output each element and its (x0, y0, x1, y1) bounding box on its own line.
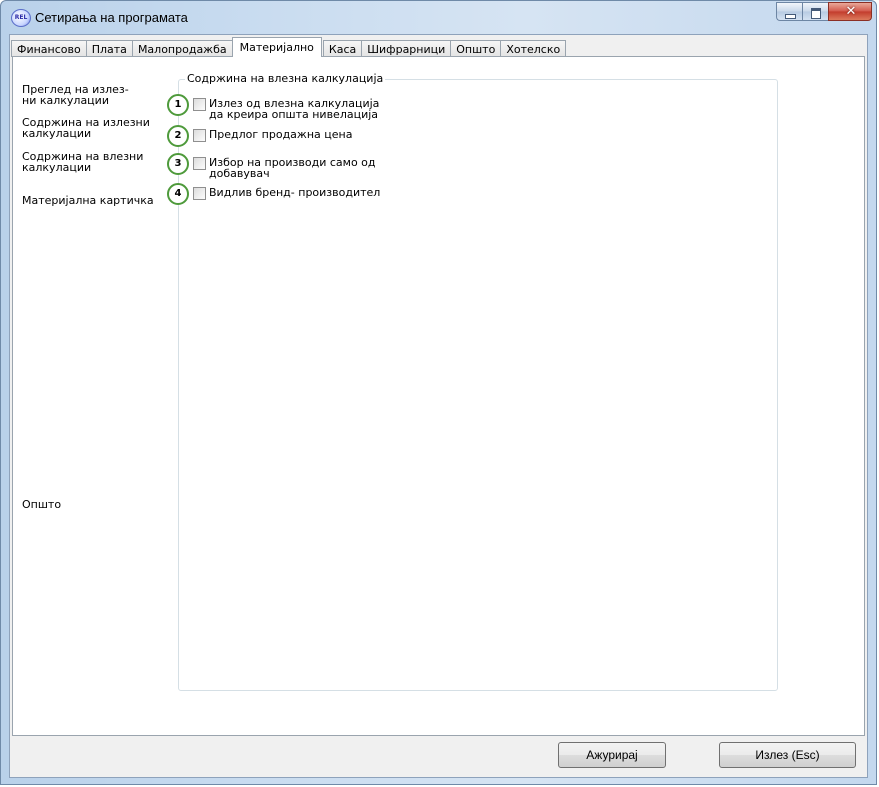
sidebar-item-materijalna-karticka[interactable]: Материјална картичка (22, 195, 154, 206)
option-row-1: 1 Излез од влезна калкулација да креира … (167, 94, 379, 120)
tab-hotelsko[interactable]: Хотелско (500, 40, 567, 57)
close-icon: ✕ (845, 4, 857, 19)
settings-window: REL Сетирања на програмата ✕ Финансово П… (0, 0, 877, 785)
option-row-3: 3 Избор на производи само од добавувач (167, 153, 376, 179)
sidebar-item-label: калкулации (22, 161, 92, 174)
option-3-checkbox[interactable] (193, 157, 206, 170)
option-label-line: Видлив бренд- производител (209, 186, 381, 199)
option-label-line: добавувач (209, 167, 270, 180)
groupbox-title: Содржина на влезна калкулација (185, 72, 386, 85)
sidebar-item-sodrzina-vlezni[interactable]: Содржина на влезни калкулации (22, 151, 143, 173)
sidebar-item-sodrzina-izlezni[interactable]: Содржина на излезни калкулации (22, 117, 150, 139)
option-2-checkbox[interactable] (193, 129, 206, 142)
tab-page-materijalno: Преглед на излез- ни калкулации Содржина… (12, 56, 865, 736)
sidebar-item-opsto[interactable]: Општо (22, 499, 61, 510)
option-4-label[interactable]: Видлив бренд- производител (209, 187, 380, 198)
maximize-button[interactable] (802, 2, 828, 21)
option-row-4: 4 Видлив бренд- производител (167, 183, 380, 205)
caption-buttons: ✕ (776, 2, 872, 22)
tab-finansovo[interactable]: Финансово (11, 40, 87, 57)
tab-opsto[interactable]: Општо (450, 40, 502, 57)
input-calculation-groupbox: Содржина на влезна калкулација 1 Излез о… (167, 72, 778, 691)
option-2-label[interactable]: Предлог продажна цена (209, 129, 352, 140)
window-title: Сетирања на програмата (35, 10, 188, 25)
client-area: Финансово Плата Малопродажба Материјално… (9, 34, 868, 778)
exit-button[interactable]: Излез (Esc) (719, 742, 856, 768)
tab-sifrarnici[interactable]: Шифрарници (361, 40, 452, 57)
sidebar-item-label: ни калкулации (22, 94, 109, 107)
number-badge: 2 (167, 125, 189, 147)
tab-strip: Финансово Плата Малопродажба Материјално… (11, 37, 567, 57)
minimize-button[interactable] (776, 2, 802, 21)
sidebar-item-pregled-izlezni[interactable]: Преглед на излез- ни калкулации (22, 84, 129, 106)
option-row-2: 2 Предлог продажна цена (167, 125, 352, 147)
tab-kasa[interactable]: Каса (322, 40, 363, 57)
sidebar-item-label: Општо (22, 498, 62, 511)
tab-plata[interactable]: Плата (85, 40, 133, 57)
option-4-checkbox[interactable] (193, 187, 206, 200)
maximize-icon (811, 8, 821, 19)
update-button[interactable]: Ажурирај (558, 742, 666, 768)
title-bar[interactable]: REL Сетирања на програмата ✕ (1, 1, 878, 34)
number-badge: 4 (167, 183, 189, 205)
tab-materijalno[interactable]: Материјално (231, 37, 322, 57)
option-1-label[interactable]: Излез од влезна калкулација да креира оп… (209, 98, 379, 120)
sidebar-item-label: Материјална картичка (22, 194, 154, 207)
sidebar-item-label: калкулации (22, 127, 92, 140)
button-bar: Ажурирај Излез (Esc) (12, 739, 865, 775)
option-label-line: Предлог продажна цена (209, 128, 353, 141)
tab-maloprodazba[interactable]: Малопродажба (131, 40, 233, 57)
option-3-label[interactable]: Избор на производи само од добавувач (209, 157, 376, 179)
number-badge: 3 (167, 153, 189, 175)
option-label-line: да креира општа нивелација (209, 108, 379, 121)
option-1-checkbox[interactable] (193, 98, 206, 111)
minimize-icon (785, 14, 796, 19)
number-badge: 1 (167, 94, 189, 116)
close-button[interactable]: ✕ (828, 2, 872, 21)
app-logo-icon: REL (11, 9, 31, 27)
